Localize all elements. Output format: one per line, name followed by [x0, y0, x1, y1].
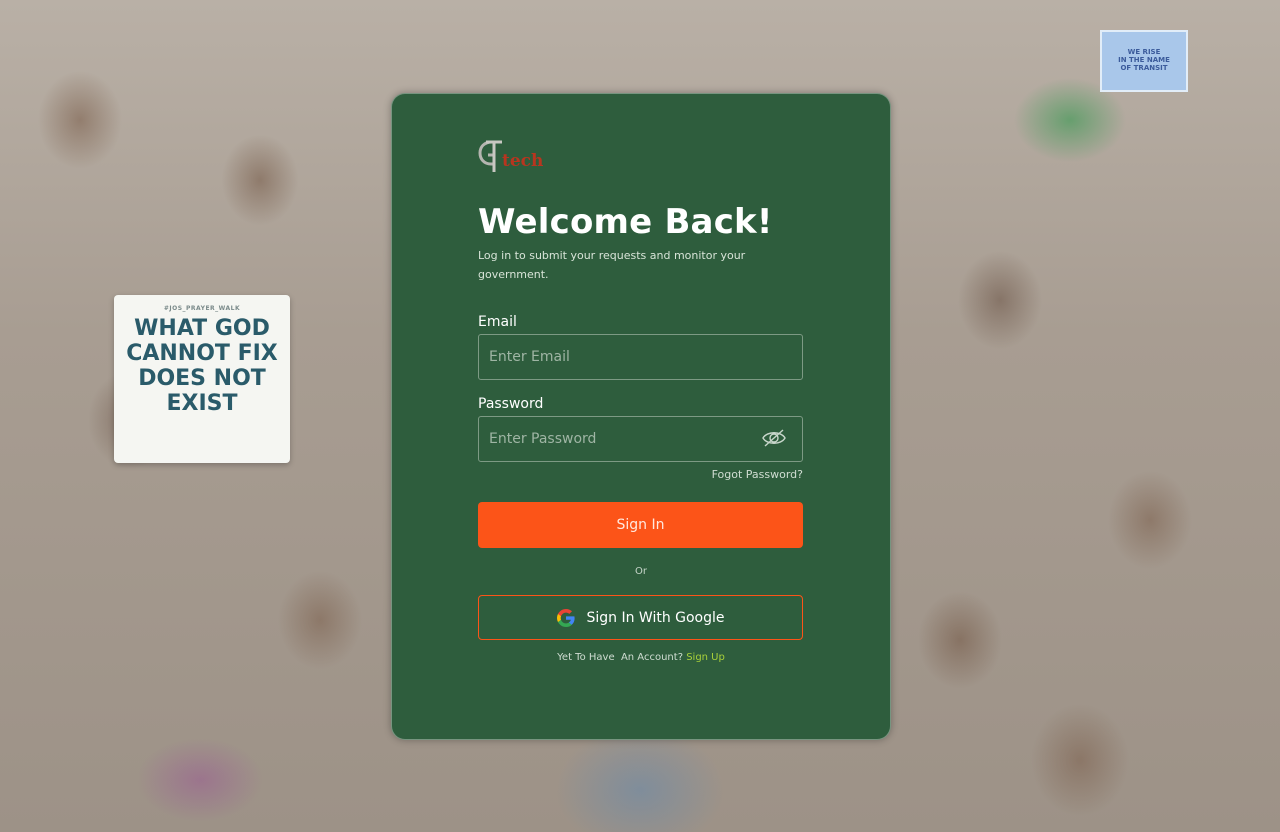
poster-text: WHAT GOD CANNOT FIX DOES NOT EXIST: [114, 316, 290, 416]
forgot-password-link[interactable]: Fogot Password?: [712, 468, 803, 481]
google-sign-in-label: Sign In With Google: [586, 609, 725, 626]
email-input[interactable]: [478, 334, 803, 380]
sign-up-link[interactable]: Sign Up: [686, 652, 725, 663]
or-divider: Or: [635, 566, 647, 577]
login-card: tech Welcome Back! Log in to submit your…: [391, 93, 891, 740]
poster-tag: #JOS_PRAYER_WALK: [163, 305, 241, 312]
email-label: Email: [478, 314, 517, 330]
svg-text:tech: tech: [502, 151, 543, 171]
protest-poster: #JOS_PRAYER_WALK WHAT GOD CANNOT FIX DOE…: [114, 295, 290, 463]
page-title: Welcome Back!: [478, 202, 773, 242]
page-subtitle: Log in to submit your requests and monit…: [478, 249, 746, 281]
placard-line: OF TRANSIT: [1120, 64, 1168, 72]
poster-line: EXIST: [166, 391, 238, 416]
gtech-logo-icon: tech: [478, 140, 543, 172]
google-icon: [557, 608, 576, 627]
no-account-text: Yet To Have An Account?: [557, 652, 687, 663]
google-sign-in-button[interactable]: Sign In With Google: [478, 595, 803, 640]
sign-in-button[interactable]: Sign In: [478, 502, 803, 548]
placard-line: IN THE NAME: [1118, 56, 1170, 64]
poster-line: CANNOT FIX: [126, 341, 278, 366]
eye-slash-icon[interactable]: [761, 428, 787, 448]
password-label: Password: [478, 396, 544, 412]
poster-line: DOES NOT: [138, 366, 266, 391]
protest-placard: WE RISE IN THE NAME OF TRANSIT: [1100, 30, 1188, 92]
signup-prompt: Yet To Have An Account? Sign Up: [392, 652, 890, 663]
password-input[interactable]: [478, 416, 803, 462]
placard-line: WE RISE: [1127, 48, 1161, 56]
poster-line: WHAT GOD: [134, 316, 270, 341]
